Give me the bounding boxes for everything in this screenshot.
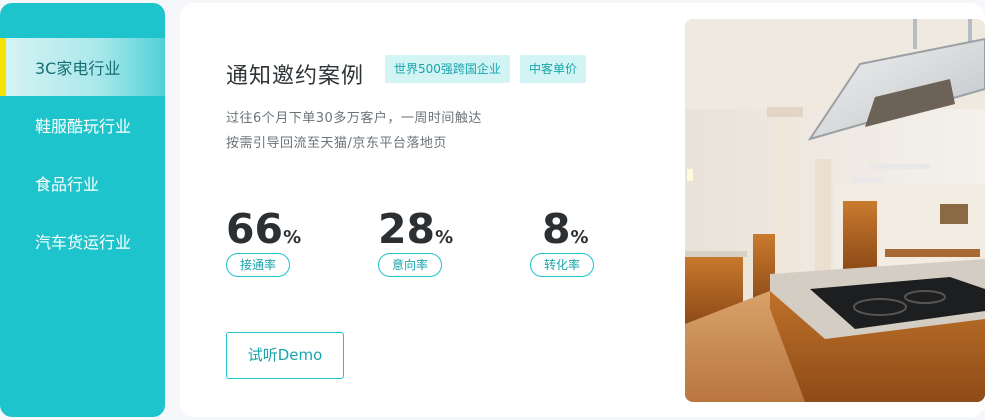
- stat-unit: %: [283, 227, 302, 248]
- tag-fortune500: 世界500强跨国企业: [385, 55, 510, 83]
- sidebar-item-label: 鞋服酷玩行业: [35, 117, 132, 136]
- sidebar-item-3c-appliances[interactable]: 3C家电行业: [0, 38, 165, 96]
- industry-sidebar: 3C家电行业 鞋服酷玩行业 食品行业 汽车货运行业: [0, 3, 165, 417]
- kitchen-photo: [685, 19, 985, 402]
- listen-demo-button[interactable]: 试听Demo: [226, 332, 344, 379]
- stat-number: 66: [226, 205, 284, 253]
- stat-intent-rate-label: 意向率: [378, 253, 442, 277]
- stat-number: 8: [542, 205, 571, 253]
- tag-mid-price: 中客单价: [520, 55, 587, 83]
- sidebar-item-auto-freight[interactable]: 汽车货运行业: [0, 212, 165, 270]
- active-indicator: [0, 38, 6, 96]
- case-title: 通知邀约案例: [226, 64, 365, 89]
- stat-unit: %: [570, 227, 589, 248]
- sidebar-item-food[interactable]: 食品行业: [0, 154, 165, 212]
- stat-unit: %: [435, 227, 454, 248]
- case-description-line-1: 过往6个月下单30多万客户，一周时间触达: [226, 111, 482, 126]
- sidebar-item-apparel[interactable]: 鞋服酷玩行业: [0, 96, 165, 154]
- sidebar-item-label: 3C家电行业: [35, 59, 121, 78]
- stat-connect-rate-label: 接通率: [226, 253, 290, 277]
- sidebar-item-label: 食品行业: [35, 175, 100, 194]
- stat-conversion-rate-label: 转化率: [530, 253, 594, 277]
- stat-number: 28: [378, 205, 436, 253]
- case-description-line-2: 按需引导回流至天猫/京东平台落地页: [226, 136, 447, 151]
- case-card: 通知邀约案例 世界500强跨国企业 中客单价 过往6个月下单30多万客户，一周时…: [180, 3, 985, 417]
- sidebar-item-label: 汽车货运行业: [35, 233, 132, 252]
